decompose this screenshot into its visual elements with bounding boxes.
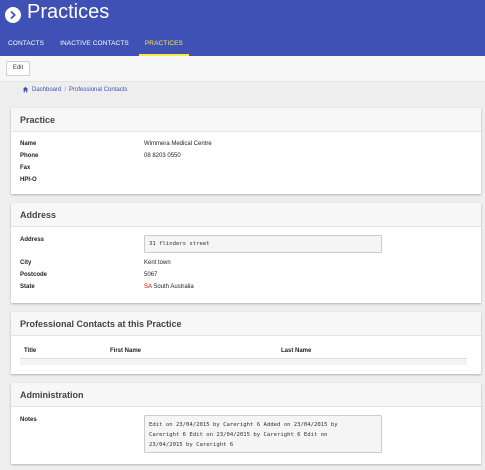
breadcrumb-separator: / [64, 86, 67, 93]
practice-heading: Practice [11, 108, 481, 132]
professional-contacts-card: Professional Contacts at this Practice T… [11, 312, 481, 374]
column-title[interactable]: Title [24, 348, 36, 354]
city-value: Kent town [144, 260, 171, 266]
address-heading: Address [11, 203, 481, 227]
postcode-value: 5067 [144, 272, 158, 278]
tab-bar: CONTACTS INACTIVE CONTACTS PRACTICES [0, 36, 191, 56]
column-first-name[interactable]: First Name [110, 348, 141, 354]
edit-button[interactable]: Edit [6, 61, 30, 76]
professional-contacts-heading: Professional Contacts at this Practice [11, 312, 481, 336]
table-empty-row [20, 359, 467, 365]
hpio-label: HPI-O [20, 177, 37, 183]
state-code-badge: SA [144, 284, 152, 290]
fax-label: Fax [20, 165, 31, 171]
notes-label: Notes [20, 417, 37, 423]
postcode-label: Postcode [20, 272, 48, 278]
state-value-wrap: SA South Australia [144, 284, 194, 290]
city-label: City [20, 260, 32, 266]
notes-box: Edit on 23/04/2015 by Careright 6 Added … [144, 415, 382, 453]
notes-line: Edit on 23/04/2015 by Careright 6 Added … [149, 422, 338, 428]
breadcrumb-dashboard-link[interactable]: Dashboard [32, 87, 61, 93]
name-label: Name [20, 141, 37, 147]
breadcrumb-current[interactable]: Professional Contacts [69, 87, 127, 93]
state-value: South Australia [153, 284, 194, 290]
address-label: Address [20, 237, 45, 243]
home-icon [22, 86, 29, 93]
tab-contacts[interactable]: CONTACTS [0, 36, 52, 56]
administration-heading: Administration [11, 383, 481, 407]
app-header: Practices CONTACTS INACTIVE CONTACTS PRA… [0, 0, 485, 56]
chevron-right-icon [10, 11, 16, 19]
state-label: State [20, 284, 35, 290]
practice-card: Practice Name Wimmera Medical Centre Pho… [11, 108, 481, 194]
phone-label: Phone [20, 153, 39, 159]
address-card: Address Address 31 flinders street City … [11, 203, 481, 303]
phone-value: 08 8203 0550 [144, 153, 181, 159]
address-value-box: 31 flinders street [144, 235, 382, 253]
name-value: Wimmera Medical Centre [144, 141, 212, 147]
notes-line: Careright 6 Edit on 23/04/2015 by Careri… [149, 432, 328, 438]
breadcrumb: Dashboard / Professional Contacts [22, 86, 127, 93]
notes-line: 23/04/2015 by Careright 6 [149, 442, 234, 448]
column-last-name[interactable]: Last Name [281, 348, 311, 354]
action-toolbar: Edit [0, 56, 485, 82]
back-button[interactable] [5, 7, 21, 23]
page-title: Practices [27, 1, 110, 23]
administration-card: Administration Notes Edit on 23/04/2015 … [11, 383, 481, 464]
tab-inactive-contacts[interactable]: INACTIVE CONTACTS [52, 36, 137, 56]
tab-practices[interactable]: PRACTICES [137, 36, 191, 56]
